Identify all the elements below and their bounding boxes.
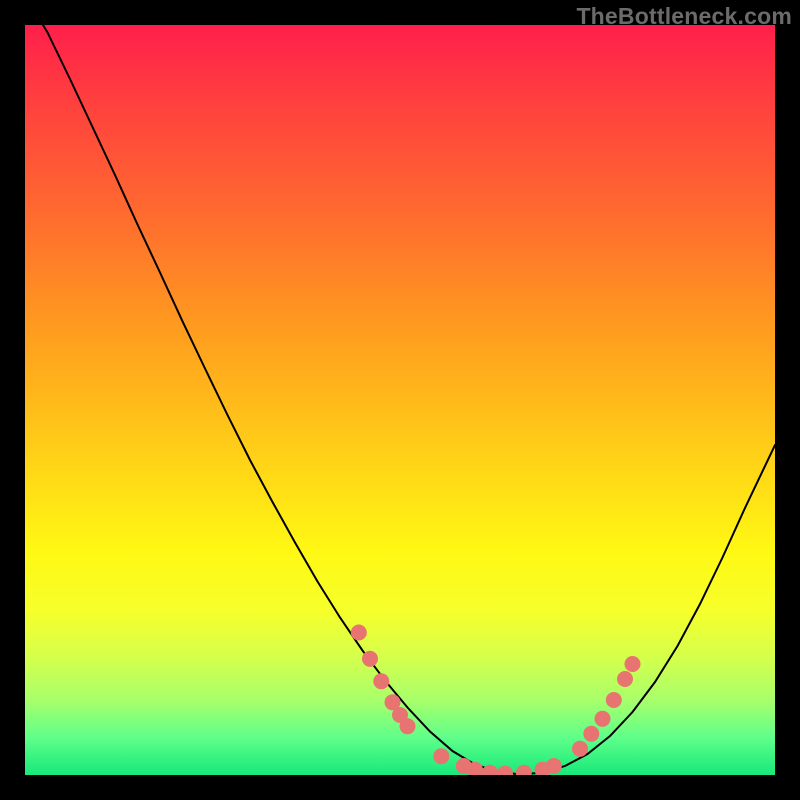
data-marker xyxy=(351,625,367,641)
data-marker xyxy=(546,758,562,774)
data-marker xyxy=(497,766,513,776)
data-marker xyxy=(572,741,588,757)
data-marker xyxy=(373,673,389,689)
data-marker xyxy=(433,748,449,764)
bottleneck-curve xyxy=(25,25,775,774)
chart-plot-area xyxy=(25,25,775,775)
data-marker xyxy=(583,726,599,742)
chart-frame: TheBottleneck.com xyxy=(0,0,800,800)
data-marker xyxy=(482,765,498,775)
chart-svg xyxy=(25,25,775,775)
data-marker xyxy=(625,656,641,672)
data-marker xyxy=(595,711,611,727)
data-markers xyxy=(351,625,641,776)
watermark-label: TheBottleneck.com xyxy=(576,3,792,30)
data-marker xyxy=(606,692,622,708)
data-marker xyxy=(617,671,633,687)
data-marker xyxy=(400,718,416,734)
data-marker xyxy=(362,651,378,667)
data-marker xyxy=(516,765,532,775)
